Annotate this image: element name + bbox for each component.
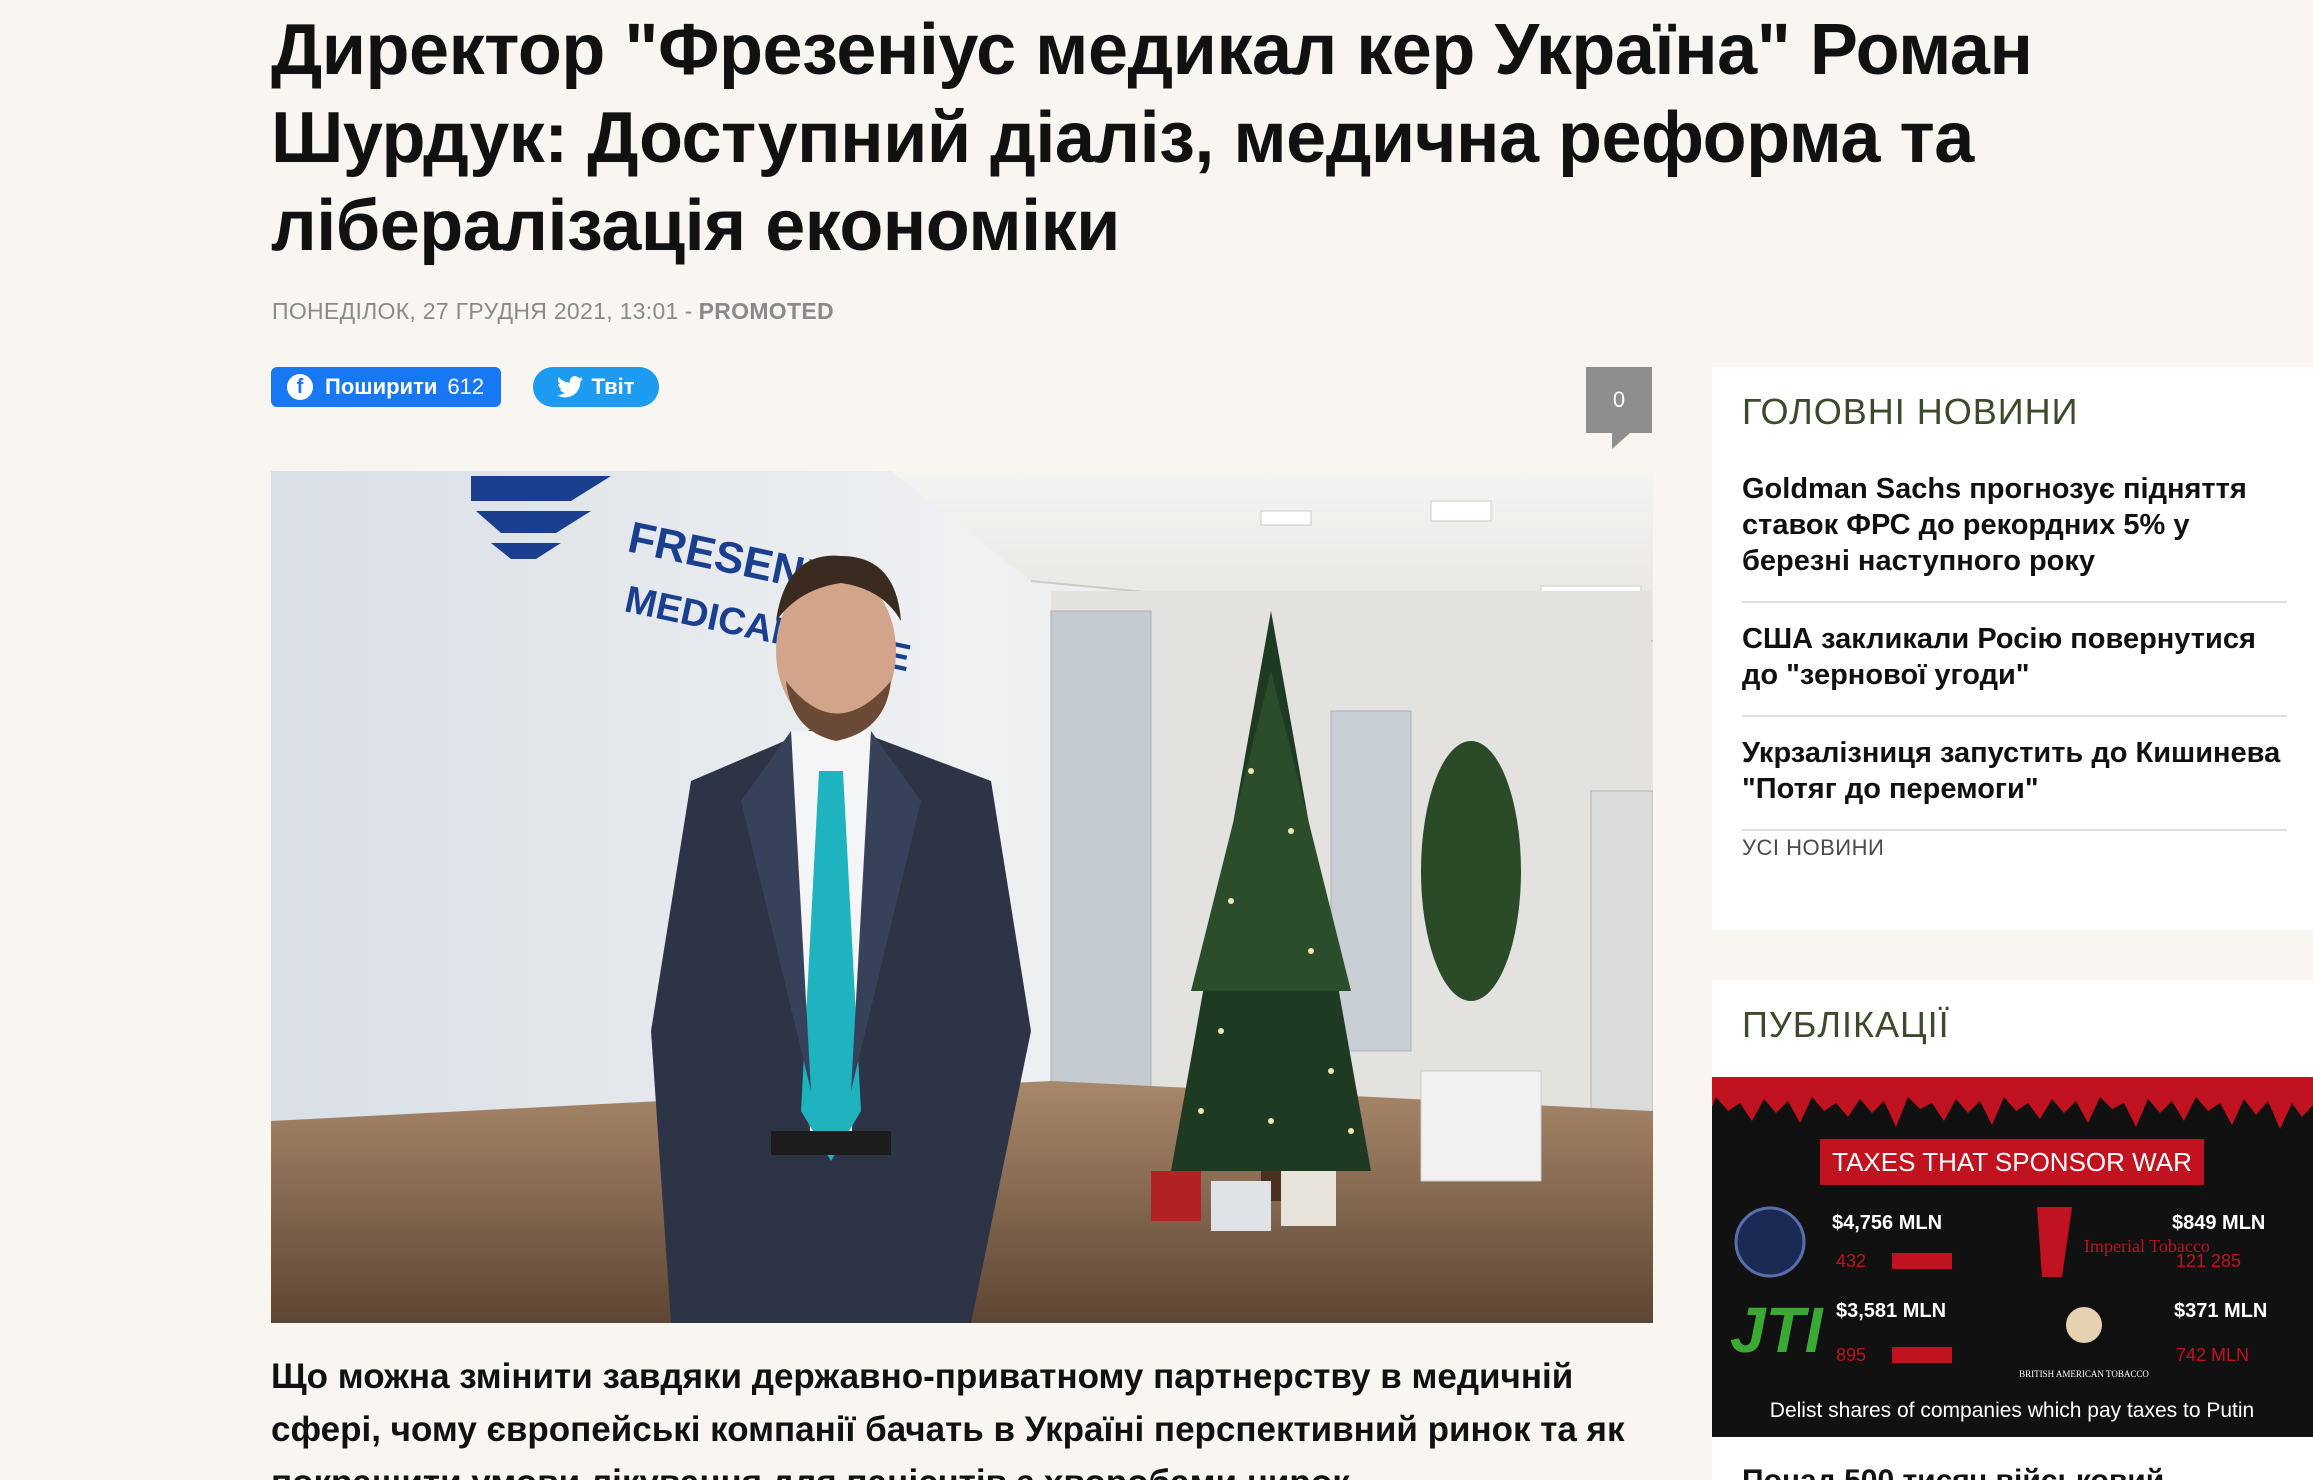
comments-count-badge[interactable]: 0 [1586,367,1652,449]
publication-next-title[interactable]: Понад 500 тисяч військовий [1742,1464,2282,1480]
top-news-title[interactable]: ГОЛОВНІ НОВИНИ [1742,391,2287,433]
comments-count: 0 [1612,387,1626,412]
tank-icon [1892,1347,1952,1363]
facebook-icon: f [287,374,313,400]
banner-footer: Delist shares of companies which pay tax… [1770,1399,2254,1422]
company-amount: $3,581 MLN [1836,1300,1946,1322]
facebook-share-label: Поширити [325,374,438,399]
twitter-share-button[interactable]: Твіт [533,367,659,407]
company-logo-icon [1734,1206,1806,1278]
company-sub: 432 [1836,1251,1866,1271]
facebook-share-count: 612 [447,374,485,399]
bat-logo-icon [2066,1307,2102,1343]
ad-banner-image: TAXES THAT SPONSOR WAR $4,756 MLN 432 Im… [1712,1077,2313,1437]
plane-icon [1892,1253,1952,1269]
share-bar: f Поширити 612 Твіт [271,367,659,407]
company-brand: JTI [1730,1294,1824,1366]
article-lead: Що можна змінити завдяки державно-приват… [271,1357,1625,1480]
twitter-bird-icon [557,376,584,398]
company-sub: 121 285 [2176,1251,2241,1271]
company-amount: $849 MLN [2172,1212,2265,1234]
facebook-share-button[interactable]: f Поширити 612 [271,367,501,407]
company-amount: $4,756 MLN [1832,1212,1942,1234]
all-news-link[interactable]: УСІ НОВИНИ [1742,835,2287,861]
company-sub: 742 MLN [2176,1345,2249,1365]
company-sub: 895 [1836,1345,1866,1365]
top-news-widget: ГОЛОВНІ НОВИНИ Goldman Sachs прогнозує п… [1712,367,2313,930]
company-brand: BRITISH AMERICAN TOBACCO [2019,1369,2149,1379]
meta-separator: - [684,298,693,324]
article-photo: FRESENIUS MEDICAL CARE [271,471,1653,1323]
article-date: ПОНЕДІЛОК, 27 ГРУДНЯ 2021, 13:01 [272,298,679,324]
article-photo-illustration: FRESENIUS MEDICAL CARE [271,471,1653,1323]
banner-headline: TAXES THAT SPONSOR WAR [1832,1147,2192,1177]
promoted-label[interactable]: PROMOTED [699,298,834,324]
news-item[interactable]: США закликали Росію повернутися до "зерн… [1742,603,2287,717]
ad-banner[interactable]: TAXES THAT SPONSOR WAR $4,756 MLN 432 Im… [1712,1077,2313,1437]
news-item[interactable]: Укрзалізниця запустить до Кишинева "Потя… [1742,717,2287,831]
publications-title[interactable]: ПУБЛІКАЦІЇ [1742,1004,2283,1046]
article-headline: Директор "Фрезеніус медикал кер Україна"… [271,10,2033,266]
twitter-share-label: Твіт [591,374,635,399]
article-meta: ПОНЕДІЛОК, 27 ГРУДНЯ 2021, 13:01- PROMOTE… [272,298,834,325]
news-item[interactable]: Goldman Sachs прогнозує підняття ставок … [1742,453,2287,603]
company-amount: $371 MLN [2174,1300,2267,1322]
